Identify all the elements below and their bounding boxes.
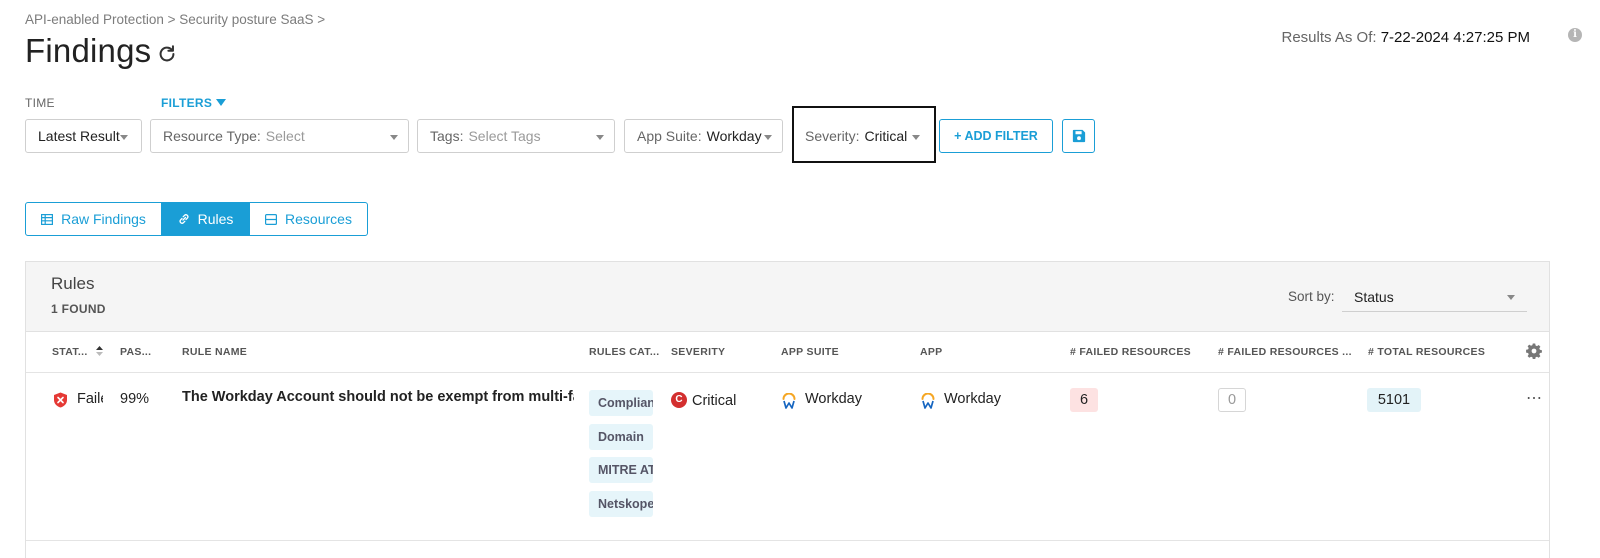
category-tag: Netskope: [589, 491, 653, 517]
category-tag: MITRE AT: [589, 457, 653, 483]
column-header-label: STAT...: [52, 346, 88, 358]
view-tabs: Raw Findings Rules Resources: [25, 202, 368, 236]
filters-toggle[interactable]: FILTERS: [161, 96, 227, 110]
time-label: TIME: [25, 96, 55, 110]
time-select[interactable]: Latest Result: [25, 119, 142, 153]
table-icon: [41, 213, 54, 225]
column-header-status[interactable]: STAT...: [52, 346, 103, 358]
total-resources-count[interactable]: 5101: [1367, 388, 1421, 412]
column-header-total-resources[interactable]: # TOTAL RESOURCES: [1368, 346, 1485, 358]
severity-text: Critical: [692, 393, 737, 409]
results-as-of-value: 7-22-2024 4:27:25 PM: [1380, 29, 1530, 46]
failed-resources-count[interactable]: 6: [1070, 388, 1098, 412]
tab-label: Rules: [197, 211, 234, 227]
rules-panel-title: Rules: [51, 274, 95, 293]
rules-found-count: 1 FOUND: [51, 302, 106, 316]
tab-resources[interactable]: Resources: [249, 203, 367, 235]
tab-label: Raw Findings: [61, 211, 146, 227]
app-suite-name: Workday: [805, 391, 862, 407]
chevron-down-icon: [764, 135, 772, 140]
workday-logo-icon: [921, 393, 935, 409]
tab-rules[interactable]: Rules: [161, 203, 249, 235]
app-suite-label: App Suite:: [637, 128, 702, 144]
category-tag: Complian: [589, 390, 653, 416]
sort-by-select[interactable]: Status: [1342, 282, 1527, 312]
results-as-of: Results As Of: 7-22-2024 4:27:25 PM: [1282, 29, 1531, 46]
time-value: Latest Result: [38, 128, 120, 144]
app-suite-value: Workday: [706, 128, 762, 144]
column-header-failed-resources-2[interactable]: # FAILED RESOURCES ...: [1218, 346, 1352, 358]
table-row-divider: [26, 540, 1549, 541]
sort-by-value: Status: [1354, 289, 1394, 305]
breadcrumb[interactable]: API-enabled Protection > Security postur…: [25, 12, 325, 27]
gear-icon[interactable]: [1526, 343, 1542, 359]
save-filter-button[interactable]: [1062, 119, 1095, 153]
column-header-app[interactable]: APP: [920, 346, 943, 358]
refresh-icon[interactable]: [156, 43, 178, 65]
failed-resources-2-count[interactable]: 0: [1218, 388, 1246, 412]
status-text: Faile: [77, 391, 103, 407]
tab-raw-findings[interactable]: Raw Findings: [26, 203, 161, 235]
resource-type-label: Resource Type:: [163, 128, 261, 144]
add-filter-button[interactable]: + ADD FILTER: [939, 119, 1053, 153]
column-header-pass-rate[interactable]: PAS...: [120, 346, 151, 358]
chevron-down-icon: [120, 135, 128, 140]
tags-filter[interactable]: Tags: Select Tags: [417, 119, 615, 153]
fail-shield-icon: [54, 392, 67, 408]
page-title: Findings: [25, 32, 152, 69]
save-icon: [1072, 129, 1085, 143]
column-header-severity[interactable]: SEVERITY: [671, 346, 725, 358]
column-header-failed-resources[interactable]: # FAILED RESOURCES: [1070, 346, 1191, 358]
rules-panel: Rules 1 FOUND Sort by: Status STAT... PA…: [25, 261, 1550, 558]
category-tag: Domain: [589, 424, 653, 450]
caret-down-icon: [216, 99, 227, 106]
results-as-of-label: Results As Of:: [1281, 29, 1377, 46]
filters-label: FILTERS: [161, 96, 213, 110]
column-header-app-suite[interactable]: APP SUITE: [781, 346, 839, 358]
tags-placeholder: Select Tags: [468, 128, 541, 144]
column-header-rules-category[interactable]: RULES CAT...: [589, 346, 660, 358]
rule-name[interactable]: The Workday Account should not be exempt…: [182, 389, 574, 405]
chevron-down-icon: [1507, 295, 1515, 300]
app-suite-filter[interactable]: App Suite: Workday: [624, 119, 783, 153]
workday-logo-icon: [782, 393, 796, 409]
link-icon: [179, 214, 189, 224]
sort-icon: [95, 346, 103, 356]
tab-label: Resources: [285, 211, 352, 227]
severity-filter-highlight: [792, 106, 936, 163]
resource-type-placeholder: Select: [265, 128, 305, 144]
chevron-down-icon: [596, 135, 604, 140]
tags-label: Tags:: [430, 128, 464, 144]
resources-icon: [265, 213, 278, 225]
row-actions-menu-icon[interactable]: ⋯: [1526, 388, 1543, 408]
resource-type-filter[interactable]: Resource Type: Select: [150, 119, 409, 153]
chevron-down-icon: [390, 135, 398, 140]
app-name: Workday: [944, 391, 1001, 407]
column-header-rule-name[interactable]: RULE NAME: [182, 346, 247, 358]
pass-rate: 99%: [120, 391, 150, 407]
sort-by-label: Sort by:: [1288, 289, 1335, 304]
info-icon[interactable]: i: [1568, 28, 1582, 42]
severity-critical-icon: C: [671, 392, 687, 408]
